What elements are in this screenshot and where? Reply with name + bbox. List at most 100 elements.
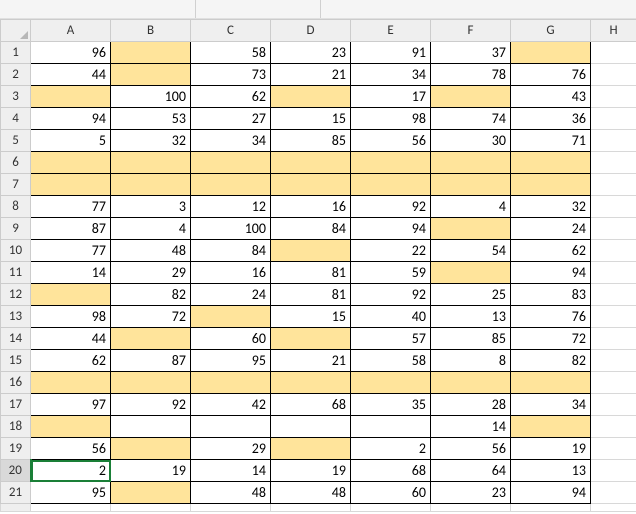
cell[interactable] [111, 152, 191, 174]
cell[interactable]: 81 [271, 262, 351, 284]
cell[interactable]: 76 [511, 64, 591, 86]
cell[interactable]: 23 [271, 42, 351, 64]
cell[interactable] [591, 416, 636, 438]
col-header-A[interactable]: A [31, 20, 111, 42]
col-header-F[interactable]: F [431, 20, 511, 42]
cell[interactable]: 30 [431, 130, 511, 152]
cell[interactable]: 34 [511, 394, 591, 416]
cell[interactable]: 84 [271, 218, 351, 240]
col-header-D[interactable]: D [271, 20, 351, 42]
cell[interactable] [591, 240, 636, 262]
cell[interactable]: 22 [351, 240, 431, 262]
cell[interactable] [591, 86, 636, 108]
cell[interactable] [31, 416, 111, 438]
cell[interactable] [351, 372, 431, 394]
row-header[interactable]: 9 [1, 218, 31, 240]
spreadsheet-grid[interactable]: A B C D E F G H 196582391372447321347876… [0, 19, 636, 512]
cell[interactable]: 23 [431, 482, 511, 504]
cell[interactable]: 95 [191, 350, 271, 372]
row-header[interactable]: 10 [1, 240, 31, 262]
row-header[interactable]: 6 [1, 152, 31, 174]
cell[interactable]: 4 [431, 196, 511, 218]
cell[interactable] [431, 504, 511, 512]
cell[interactable]: 91 [351, 42, 431, 64]
cell[interactable] [431, 174, 511, 196]
cell[interactable] [191, 152, 271, 174]
cell[interactable]: 98 [31, 306, 111, 328]
cell[interactable] [591, 42, 636, 64]
cell[interactable] [271, 504, 351, 512]
cell[interactable] [591, 306, 636, 328]
cell[interactable] [271, 328, 351, 350]
row-header[interactable] [1, 504, 31, 512]
cell[interactable]: 84 [191, 240, 271, 262]
cell[interactable] [511, 372, 591, 394]
cell[interactable]: 92 [351, 284, 431, 306]
cell[interactable]: 64 [431, 460, 511, 482]
cell[interactable]: 44 [31, 64, 111, 86]
cell[interactable]: 83 [511, 284, 591, 306]
row-header[interactable]: 13 [1, 306, 31, 328]
cell[interactable] [431, 86, 511, 108]
cell[interactable]: 29 [111, 262, 191, 284]
cell[interactable]: 24 [511, 218, 591, 240]
row-header[interactable]: 1 [1, 42, 31, 64]
cell[interactable]: 42 [191, 394, 271, 416]
cell[interactable]: 81 [271, 284, 351, 306]
col-header-B[interactable]: B [111, 20, 191, 42]
cell[interactable]: 77 [31, 240, 111, 262]
cell[interactable] [351, 174, 431, 196]
cell[interactable]: 56 [351, 130, 431, 152]
cell[interactable] [591, 130, 636, 152]
cell[interactable]: 68 [351, 460, 431, 482]
cell[interactable]: 62 [191, 86, 271, 108]
cell[interactable]: 21 [271, 64, 351, 86]
cell[interactable]: 62 [511, 240, 591, 262]
cell[interactable]: 59 [351, 262, 431, 284]
cell[interactable] [111, 42, 191, 64]
cell[interactable] [591, 438, 636, 460]
cell[interactable]: 78 [431, 64, 511, 86]
cell[interactable] [191, 504, 271, 512]
cell[interactable] [31, 86, 111, 108]
cell[interactable] [591, 174, 636, 196]
cell[interactable]: 40 [351, 306, 431, 328]
cell[interactable]: 14 [191, 460, 271, 482]
cell[interactable]: 29 [191, 438, 271, 460]
cell[interactable]: 95 [31, 482, 111, 504]
cell[interactable]: 35 [351, 394, 431, 416]
cell[interactable]: 24 [191, 284, 271, 306]
cell[interactable]: 62 [31, 350, 111, 372]
cell[interactable]: 72 [111, 306, 191, 328]
cell[interactable] [511, 42, 591, 64]
cell[interactable] [111, 504, 191, 512]
cell[interactable] [31, 152, 111, 174]
cell[interactable]: 48 [271, 482, 351, 504]
cell[interactable] [31, 284, 111, 306]
cell[interactable] [271, 416, 351, 438]
name-box[interactable] [0, 1, 125, 17]
cell[interactable]: 68 [271, 394, 351, 416]
cell[interactable] [31, 504, 111, 512]
cell[interactable] [111, 372, 191, 394]
cell[interactable]: 48 [111, 240, 191, 262]
cell[interactable]: 16 [271, 196, 351, 218]
cell[interactable] [591, 218, 636, 240]
cell[interactable] [271, 86, 351, 108]
row-header[interactable]: 19 [1, 438, 31, 460]
cell[interactable]: 19 [511, 438, 591, 460]
cell[interactable]: 43 [511, 86, 591, 108]
cell[interactable]: 94 [351, 218, 431, 240]
row-header[interactable]: 11 [1, 262, 31, 284]
row-header[interactable]: 14 [1, 328, 31, 350]
cell[interactable] [511, 416, 591, 438]
row-header[interactable]: 4 [1, 108, 31, 130]
cell[interactable]: 37 [431, 42, 511, 64]
cell[interactable]: 96 [31, 42, 111, 64]
cell[interactable]: 25 [431, 284, 511, 306]
row-header[interactable]: 5 [1, 130, 31, 152]
cell[interactable] [591, 460, 636, 482]
row-header[interactable]: 12 [1, 284, 31, 306]
cell[interactable]: 19 [271, 460, 351, 482]
cell[interactable]: 85 [271, 130, 351, 152]
